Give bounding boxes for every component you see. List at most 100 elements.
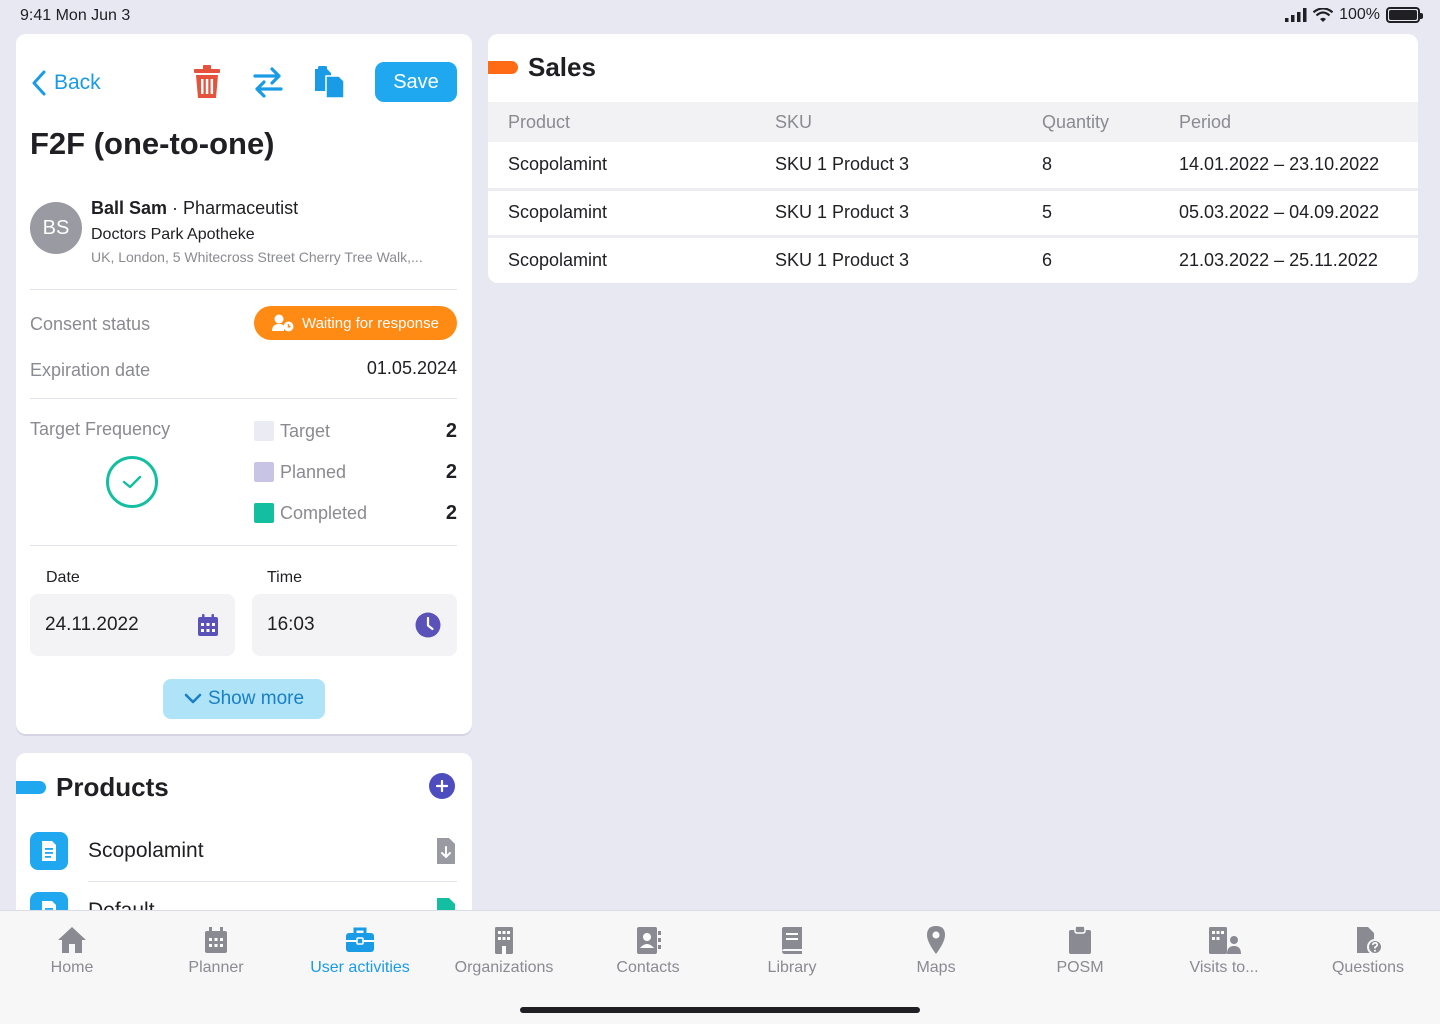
product-item[interactable]: Scopolamint (30, 829, 457, 873)
products-title: Products (56, 772, 169, 802)
legend-swatch-planned (254, 462, 274, 482)
time-label: Time (267, 569, 302, 586)
clock-icon (415, 612, 441, 638)
cell-quantity: 8 (1042, 154, 1053, 175)
battery-icon (1386, 7, 1423, 23)
building-icon (495, 927, 513, 954)
divider (88, 881, 457, 882)
tab-visits-to[interactable]: Visits to... (1152, 925, 1296, 977)
legend-value: 2 (445, 419, 457, 442)
table-row[interactable]: Scopolamint SKU 1 Product 3 5 05.03.2022… (488, 187, 1418, 236)
show-more-button[interactable]: Show more (163, 679, 325, 719)
tab-maps[interactable]: Maps (864, 925, 1008, 977)
section-marker (16, 781, 46, 794)
column-header: Period (1179, 102, 1418, 142)
legend-swatch-completed (254, 503, 274, 523)
book-icon (782, 927, 802, 954)
date-field[interactable]: 24.11.2022 (30, 594, 235, 656)
tab-home[interactable]: Home (0, 925, 144, 977)
document-icon (30, 832, 68, 870)
divider (30, 545, 457, 546)
column-header: SKU (775, 102, 1042, 142)
table-row[interactable]: Scopolamint SKU 1 Product 3 8 14.01.2022… (488, 142, 1418, 189)
clipboard-icon (1069, 925, 1091, 954)
legend-label: Completed (280, 502, 368, 523)
expiration-date-value: 01.05.2024 (366, 358, 457, 378)
tab-questions[interactable]: Questions (1296, 925, 1440, 977)
contact-address: UK, London, 5 Whitecross Street Cherry T… (91, 249, 423, 265)
legend-value: 2 (445, 460, 457, 483)
divider (30, 398, 457, 399)
save-button[interactable]: Save (375, 62, 457, 102)
chevron-left-icon (32, 70, 46, 96)
table-row[interactable]: Scopolamint SKU 1 Product 3 6 21.03.2022… (488, 234, 1418, 283)
map-pin-icon (927, 926, 945, 954)
frequency-complete-icon (106, 456, 158, 508)
contact-full-name: Ball Sam (91, 198, 168, 218)
tab-contacts[interactable]: Contacts (576, 925, 720, 977)
time-field[interactable]: 16:03 (252, 594, 457, 656)
building-user-icon (1209, 927, 1241, 954)
tab-label: Home (50, 959, 94, 976)
tab-label: Library (767, 959, 817, 976)
briefcase-icon (346, 927, 374, 952)
cell-period: 05.03.2022 – 04.09.2022 (1179, 187, 1418, 236)
plus-icon (436, 780, 448, 792)
cell-sku: SKU 1 Product 3 (775, 187, 1042, 236)
status-bar: 9:41 Mon Jun 3 100% (0, 0, 1440, 34)
trash-icon[interactable] (189, 64, 225, 100)
legend-label: Planned (280, 461, 347, 482)
legend-planned: Planned 2 (254, 460, 457, 484)
back-button[interactable]: Back (32, 70, 101, 96)
consent-status-label: Consent status (30, 314, 151, 334)
date-label: Date (46, 569, 80, 586)
legend-label: Target (280, 420, 331, 441)
date-value: 24.11.2022 (45, 614, 139, 635)
calendar-icon (205, 927, 227, 953)
cell-product: Scopolamint (488, 234, 775, 283)
consent-status-badge[interactable]: Waiting for response (254, 306, 457, 340)
avatar: BS (30, 202, 82, 254)
products-card: Products Scopolamint Default (16, 753, 472, 913)
legend-swatch-target (254, 421, 274, 441)
tab-organizations[interactable]: Organizations (432, 925, 576, 977)
contact-name[interactable]: Ball Sam · Pharmaceutist (91, 198, 298, 219)
expiration-date-label: Expiration date (30, 360, 151, 380)
tab-label: Visits to... (1189, 959, 1259, 976)
tab-user-activities[interactable]: User activities (288, 925, 432, 977)
status-indicators: 100% (1285, 6, 1423, 24)
wifi-icon (1313, 7, 1334, 22)
document-question-icon (1357, 927, 1383, 955)
contact-book-icon (637, 927, 661, 954)
tab-bar: Home Planner User activities Organizatio… (0, 910, 1440, 1024)
tab-label: Organizations (454, 959, 554, 976)
legend-value: 2 (445, 501, 457, 524)
section-marker (488, 61, 518, 74)
sales-table: Product SKU Quantity Period Scopolamint … (488, 102, 1418, 283)
tab-posm[interactable]: POSM (1008, 925, 1152, 977)
file-download-icon[interactable] (435, 837, 457, 865)
add-product-button[interactable] (429, 773, 455, 799)
show-more-label: Show more (207, 688, 305, 709)
cell-quantity: 5 (1042, 187, 1179, 236)
column-header: Product (488, 102, 775, 142)
legend-completed: Completed 2 (254, 501, 457, 525)
tab-planner[interactable]: Planner (144, 925, 288, 977)
column-header: Quantity (1042, 102, 1179, 142)
contact-organization: Doctors Park Apotheke (91, 226, 255, 243)
home-icon (58, 927, 86, 953)
home-indicator (520, 1007, 920, 1013)
sales-title: Sales (528, 52, 596, 82)
copy-icon[interactable] (311, 64, 347, 100)
time-value: 16:03 (267, 614, 315, 635)
tab-label: POSM (1056, 959, 1104, 976)
consent-status-text: Waiting for response (301, 314, 439, 332)
cell-period: 14.01.2022 – 23.10.2022 (1179, 154, 1380, 175)
swap-icon[interactable] (250, 64, 286, 100)
cell-product: Scopolamint (488, 187, 775, 236)
tab-label: Maps (916, 959, 956, 976)
cell-sku: SKU 1 Product 3 (775, 234, 1042, 283)
user-clock-icon (271, 314, 294, 332)
tab-library[interactable]: Library (720, 925, 864, 977)
target-frequency-label: Target Frequency (30, 419, 171, 439)
